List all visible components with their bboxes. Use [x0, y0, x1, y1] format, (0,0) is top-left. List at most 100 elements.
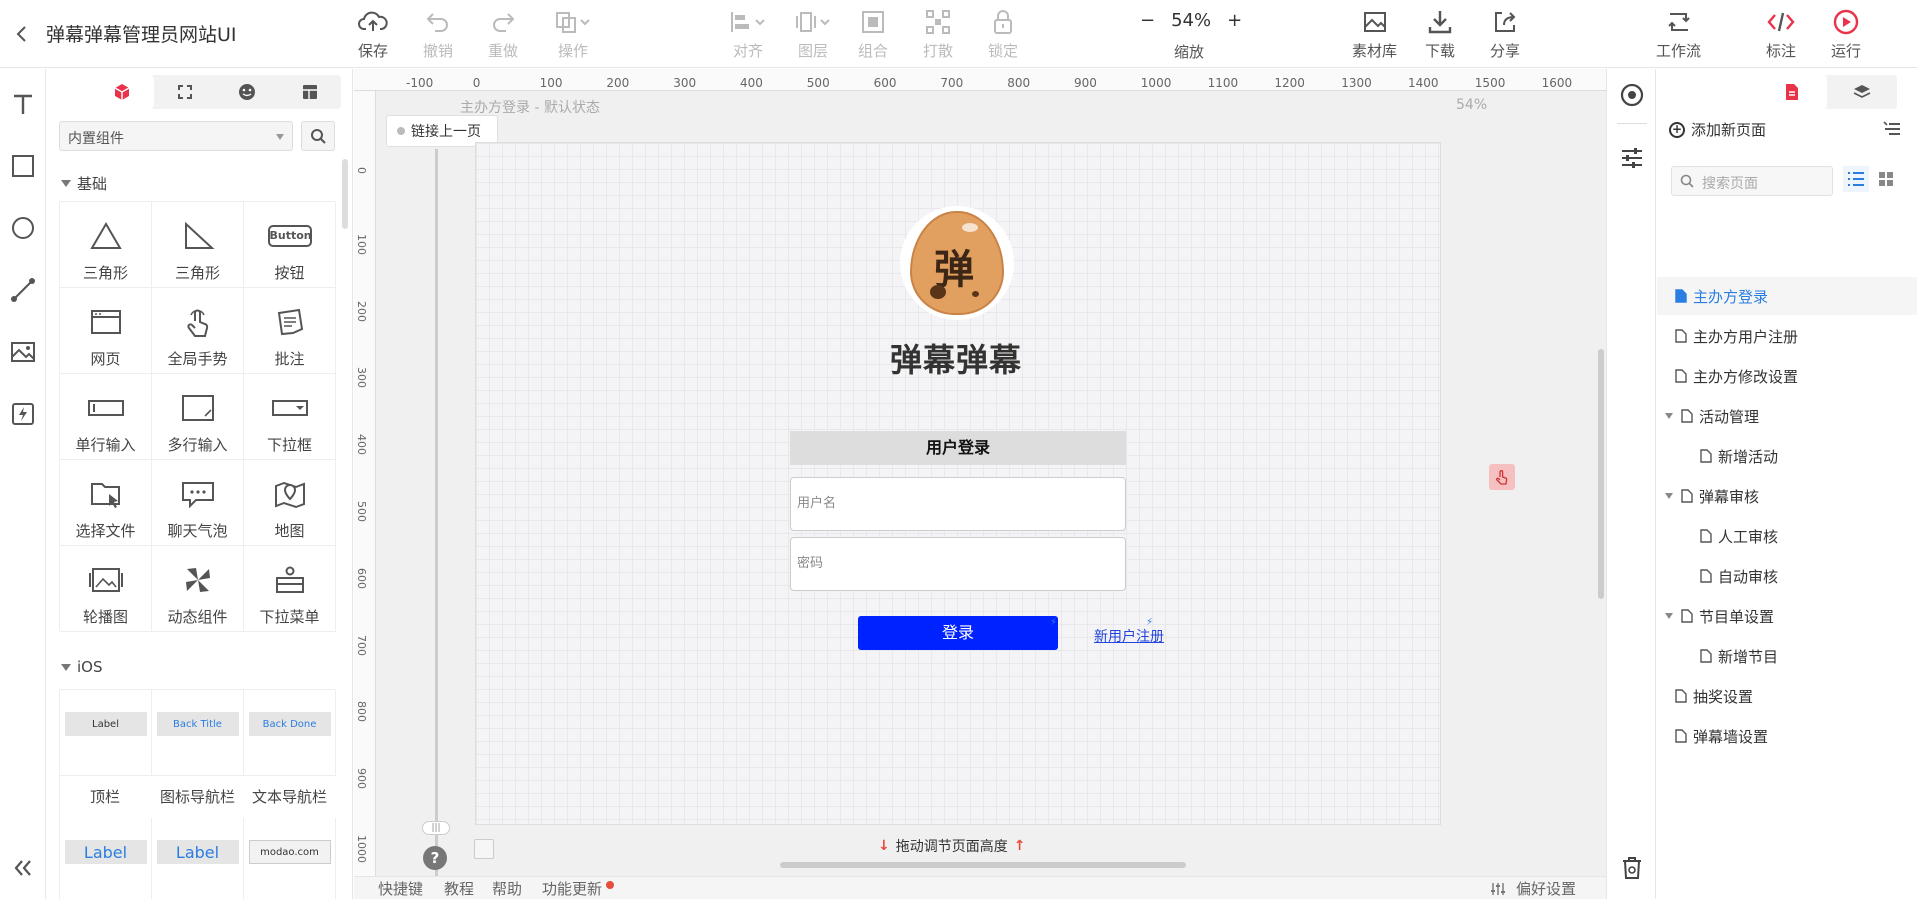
library-source-select[interactable]: 内置组件	[59, 121, 293, 151]
group-button[interactable]: 组合	[858, 6, 888, 62]
section-basic-header[interactable]: 基础	[61, 173, 107, 194]
zoom-value[interactable]: 54%	[1171, 10, 1211, 31]
collapse-panel-icon[interactable]	[8, 853, 38, 883]
zoom-in-button[interactable]: +	[1227, 10, 1242, 31]
tab-layouts[interactable]	[279, 75, 342, 109]
page-item[interactable]: 活动管理	[1657, 397, 1917, 435]
component-input[interactable]: 单行输入	[60, 374, 152, 460]
trash-icon[interactable]	[1619, 855, 1645, 881]
ios-tabbar-a[interactable]: Label	[60, 818, 152, 899]
undo-button[interactable]: 撤销	[423, 6, 453, 62]
circle-tool-icon[interactable]	[8, 213, 38, 243]
ios-topbar[interactable]: Label	[60, 690, 152, 776]
component-map[interactable]: 地图	[244, 460, 336, 546]
brand-name[interactable]: 弹幕弹幕	[856, 335, 1056, 381]
component-textarea[interactable]: 多行输入	[152, 374, 244, 460]
page-item[interactable]: 弹幕墙设置	[1657, 717, 1917, 755]
page-item[interactable]: 主办方登录	[1657, 277, 1917, 315]
library-search-button[interactable]	[301, 121, 335, 151]
password-input[interactable]: 密码	[790, 537, 1126, 591]
workflow-button[interactable]: 工作流	[1656, 6, 1701, 62]
save-button[interactable]: 保存	[358, 6, 388, 62]
shortcuts-link[interactable]: 快捷键	[378, 878, 423, 899]
rectangle-tool-icon[interactable]	[8, 151, 38, 181]
page-item[interactable]: 新增活动	[1657, 437, 1917, 475]
component-webpage[interactable]: 网页	[60, 288, 152, 374]
ios-tabbar-b[interactable]: Label	[152, 818, 244, 899]
artboard-login-page[interactable]: 弹 弹幕弹幕 用户登录 用户名 密码 登录 ⚡ 新用户注册 ⚡	[475, 142, 1441, 825]
canvas-horizontal-scrollbar[interactable]	[780, 862, 1186, 868]
ios-text-navbar[interactable]: Back Done	[244, 690, 336, 776]
redo-button[interactable]: 重做	[488, 6, 518, 62]
sort-menu-icon[interactable]	[1883, 121, 1901, 137]
page-item[interactable]: 主办方用户注册	[1657, 317, 1917, 355]
component-right-triangle[interactable]: 三角形	[152, 202, 244, 288]
tab-layers[interactable]	[1827, 75, 1897, 109]
add-page-button[interactable]: + 添加新页面	[1669, 119, 1766, 140]
preferences-link[interactable]: 偏好设置	[1516, 878, 1576, 899]
help-icon[interactable]: ?	[423, 846, 447, 870]
page-item[interactable]: 人工审核	[1657, 517, 1917, 555]
login-button[interactable]: 登录	[858, 616, 1058, 650]
line-tool-icon[interactable]	[8, 275, 38, 305]
tutorial-link[interactable]: 教程	[444, 878, 474, 899]
caret-down-icon[interactable]	[1665, 613, 1673, 619]
zoom-out-button[interactable]: −	[1140, 10, 1155, 31]
height-slider-handle[interactable]: |||	[422, 821, 450, 835]
assets-button[interactable]: 素材库	[1352, 6, 1397, 62]
back-chevron-icon[interactable]	[12, 22, 32, 46]
settings-sliders-icon[interactable]	[1619, 145, 1645, 171]
canvas-vertical-scrollbar[interactable]	[1598, 349, 1604, 599]
component-carousel[interactable]: 轮播图	[60, 546, 152, 632]
caret-down-icon[interactable]	[1665, 413, 1673, 419]
page-item[interactable]: 主办方修改设置	[1657, 357, 1917, 395]
page-item[interactable]: 弹幕审核	[1657, 477, 1917, 515]
ungroup-button[interactable]: 打散	[923, 6, 953, 62]
updates-link[interactable]: 功能更新	[542, 878, 602, 899]
tab-components[interactable]	[91, 75, 154, 109]
operate-button[interactable]: 操作	[553, 6, 593, 62]
download-button[interactable]: 下载	[1425, 6, 1455, 62]
list-view-icon[interactable]	[1843, 166, 1869, 192]
interaction-tool-icon[interactable]	[8, 399, 38, 429]
component-select[interactable]: 下拉框	[244, 374, 336, 460]
tab-pages[interactable]	[1757, 75, 1827, 109]
component-file[interactable]: 选择文件	[60, 460, 152, 546]
run-button[interactable]: 运行	[1831, 6, 1861, 62]
design-canvas[interactable]: -100 0 100 200 300 400 500 600 700 800 900 1000 1100…	[354, 69, 1606, 889]
page-item[interactable]: 新增节目	[1657, 637, 1917, 675]
page-item[interactable]: 节目单设置	[1657, 597, 1917, 635]
tab-icons[interactable]	[216, 75, 279, 109]
register-link[interactable]: 新用户注册	[1094, 626, 1164, 646]
lock-button[interactable]: 锁定	[988, 6, 1018, 62]
annotate-button[interactable]: 标注	[1766, 6, 1796, 62]
ios-url-bar[interactable]: modao.com	[244, 818, 336, 899]
align-button[interactable]: 对齐	[728, 6, 768, 62]
component-button[interactable]: Button 按钮	[244, 202, 336, 288]
section-ios-header[interactable]: iOS	[61, 658, 103, 676]
share-button[interactable]: 分享	[1490, 6, 1520, 62]
component-triangle[interactable]: 三角形	[60, 202, 152, 288]
image-tool-icon[interactable]	[8, 337, 38, 367]
login-header[interactable]: 用户登录	[790, 431, 1126, 465]
ios-icon-navbar[interactable]: Back Title	[152, 690, 244, 776]
canvas-checkbox[interactable]	[474, 839, 494, 859]
drag-height-tip[interactable]: ↓ 拖动调节页面高度 ↑	[878, 836, 1025, 856]
tab-templates[interactable]	[154, 75, 217, 109]
component-gesture[interactable]: 全局手势	[152, 288, 244, 374]
component-dynamic[interactable]: 动态组件	[152, 546, 244, 632]
page-item[interactable]: 自动审核	[1657, 557, 1917, 595]
hotspot-gesture-icon[interactable]	[1489, 464, 1515, 490]
library-scrollbar[interactable]	[342, 159, 348, 229]
component-chat-bubble[interactable]: 聊天气泡	[152, 460, 244, 546]
page-search-input[interactable]: 搜索页面	[1671, 166, 1833, 196]
page-item[interactable]: 抽奖设置	[1657, 677, 1917, 715]
grid-view-icon[interactable]	[1873, 166, 1899, 192]
app-logo[interactable]: 弹	[900, 206, 1014, 320]
help-link[interactable]: 帮助	[492, 878, 522, 899]
layer-button[interactable]: 图层	[793, 6, 833, 62]
username-input[interactable]: 用户名	[790, 477, 1126, 531]
component-note[interactable]: 批注	[244, 288, 336, 374]
text-tool-icon[interactable]	[8, 89, 38, 119]
caret-down-icon[interactable]	[1665, 493, 1673, 499]
